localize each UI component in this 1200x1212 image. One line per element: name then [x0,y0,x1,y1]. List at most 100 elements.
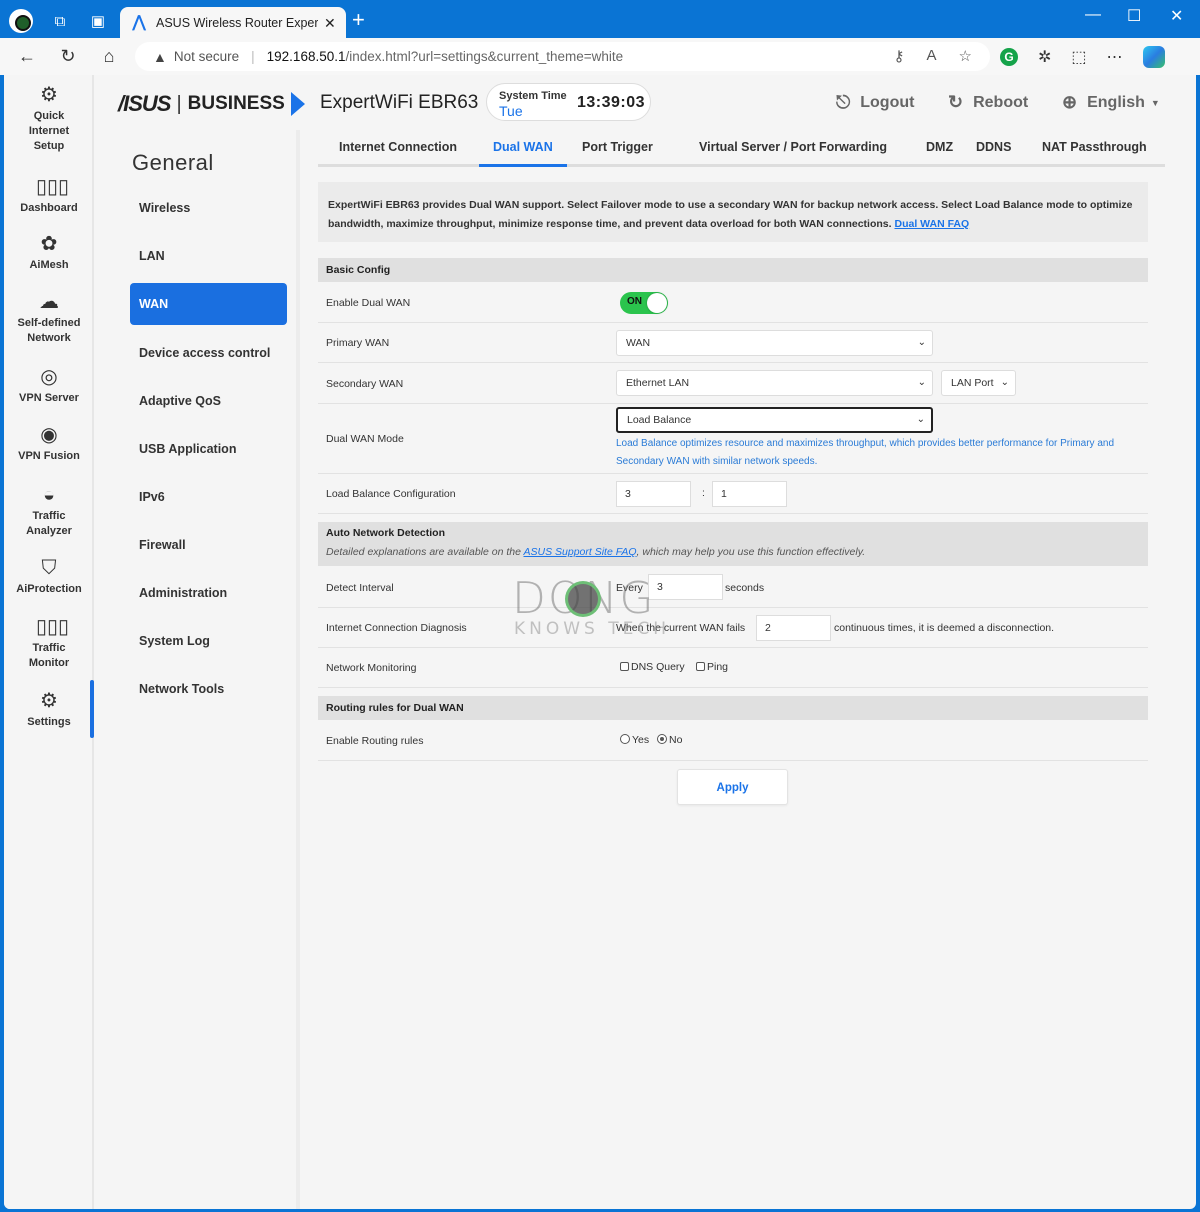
toggle-knob [647,293,667,313]
interval-suffix: seconds [725,582,765,594]
ping-checkbox[interactable] [696,662,705,671]
dns-query-checkbox[interactable] [620,662,629,671]
logout-icon: ⎋ [836,92,851,112]
read-aloud-icon[interactable]: A [927,47,937,65]
dashboard-icon: ▯▯▯ [36,176,70,198]
submenu-firewall[interactable]: Firewall [130,524,287,566]
ping-option[interactable]: Ping [696,661,728,673]
submenu-lan[interactable]: LAN [130,235,287,277]
no-label: No [669,734,683,746]
address-bar[interactable]: ▲ Not secure | 192.168.50.1/index.html?u… [135,42,990,71]
support-note: Detailed explanations are available on t… [326,546,1148,558]
traffic-monitor-icon: ▯▯▯ [36,616,70,638]
toggle-state: ON [627,296,642,307]
dual-wan-mode-select[interactable]: Load Balance ⌄ [616,407,933,433]
submenu-network-tools[interactable]: Network Tools [130,668,287,710]
tab-nat-passthrough[interactable]: NAT Passthrough [1042,140,1147,154]
nav-vpn-server[interactable]: ◎ VPN Server [4,365,94,406]
tab-virtual-server[interactable]: Virtual Server / Port Forwarding [699,140,887,154]
select-value: Load Balance [627,414,692,426]
tab-internet-connection[interactable]: Internet Connection [339,140,457,154]
nav-vpn-fusion[interactable]: ◉ VPN Fusion [4,423,94,464]
browser-tab[interactable]: ⋀ ASUS Wireless Router ExpertWiFi EBR63 … [120,7,346,39]
grammarly-icon[interactable]: G [1000,48,1018,66]
routing-yes-option[interactable]: Yes [620,734,649,746]
nav-aiprotection[interactable]: ⛉ AiProtection [4,556,94,597]
chevron-down-icon: ⌄ [917,337,926,348]
dual-wan-toggle[interactable]: ON [620,292,668,314]
nav-settings[interactable]: ⚙ Settings [4,689,94,730]
dual-wan-faq-link[interactable]: Dual WAN FAQ [894,218,969,230]
support-faq-link[interactable]: ASUS Support Site FAQ [524,546,637,558]
nav-self-defined-network[interactable]: ☁ Self-defined Network [4,290,94,346]
yes-label: Yes [632,734,650,746]
submenu-wan[interactable]: WAN [130,283,287,325]
row-label: Network Monitoring [326,662,417,674]
traffic-analyzer-icon: ◒ [42,484,56,506]
routing-yes-radio[interactable] [620,734,630,744]
security-label[interactable]: Not secure [174,49,239,64]
system-day: Tue [499,103,523,119]
secondary-wan-port-select[interactable]: LAN Port ⌄ [941,370,1016,396]
routing-no-radio[interactable] [657,734,667,744]
ping-label: Ping [707,661,729,673]
section-routing-rules: Routing rules for Dual WAN [318,696,1148,720]
secondary-wan-select[interactable]: Ethernet LAN ⌄ [616,370,933,396]
submenu-usb-application[interactable]: USB Application [130,428,287,470]
secondary-ratio-input[interactable]: 1 [712,481,787,507]
apply-button[interactable]: Apply [677,769,788,805]
new-tab-button[interactable]: + [352,9,365,31]
address-separator: | [251,49,255,64]
close-window-button[interactable]: ✕ [1170,6,1183,26]
nav-scrollbar[interactable] [90,680,94,738]
submenu-device-access-control[interactable]: Device access control [130,332,287,374]
nav-quick-internet-setup[interactable]: ⚙ Quick Internet Setup [4,83,94,154]
logout-button[interactable]: ⎋ Logout [836,92,914,113]
nav-traffic-monitor[interactable]: ▯▯▯ Traffic Monitor [4,615,94,671]
interval-prefix: Every [616,582,643,594]
logout-label: Logout [860,93,915,111]
dns-query-option[interactable]: DNS Query [620,661,685,673]
title-bar: ⧉ ▣ ⋀ ASUS Wireless Router ExpertWiFi EB… [0,0,1200,39]
router-page: ⚙ Quick Internet Setup ▯▯▯ Dashboard ✿ A… [4,75,1196,1209]
url-path: /index.html?url=settings&current_theme=w… [345,49,624,64]
routing-no-option[interactable]: No [657,734,682,746]
home-button[interactable]: ⌂ [98,46,120,67]
screenshot-icon[interactable]: ⬚ [1071,47,1086,67]
submenu-administration[interactable]: Administration [130,572,287,614]
minimize-button[interactable]: — [1085,6,1101,24]
language-selector[interactable]: ⊕ English ▼ [1062,92,1160,113]
nav-dashboard[interactable]: ▯▯▯ Dashboard [4,175,94,216]
favorite-star-icon[interactable]: ☆ [959,47,972,65]
primary-ratio-input[interactable]: 3 [616,481,691,507]
diagnosis-count-input[interactable]: 2 [756,615,831,641]
reboot-button[interactable]: ↻ Reboot [948,92,1028,113]
more-menu-icon[interactable]: ⋯ [1107,47,1123,67]
tab-dmz[interactable]: DMZ [926,140,953,154]
close-tab-icon[interactable]: ✕ [324,15,336,32]
primary-wan-select[interactable]: WAN ⌄ [616,330,933,356]
tab-actions-icon[interactable]: ▣ [87,10,109,32]
gear-icon: ⚙ [40,690,58,712]
submenu-adaptive-qos[interactable]: Adaptive QoS [130,380,287,422]
nav-traffic-analyzer[interactable]: ◒ Traffic Analyzer [4,483,94,539]
maximize-button[interactable]: ☐ [1127,6,1141,26]
nav-aimesh[interactable]: ✿ AiMesh [4,232,94,273]
tab-port-trigger[interactable]: Port Trigger [582,140,653,154]
key-icon[interactable]: ⚷ [894,47,905,65]
nav-label: Self-defined Network [17,317,81,344]
submenu-system-log[interactable]: System Log [130,620,287,662]
extensions-icon[interactable]: ✲ [1038,47,1051,67]
submenu-ipv6[interactable]: IPv6 [130,476,287,518]
refresh-button[interactable]: ↻ [57,46,79,67]
workspaces-icon[interactable]: ⧉ [49,10,71,32]
row-label: Enable Dual WAN [326,297,411,309]
nav-label: AiMesh [29,259,69,271]
submenu-wireless[interactable]: Wireless [130,187,287,229]
back-button[interactable]: ← [16,46,38,67]
profile-icon[interactable] [9,9,33,33]
copilot-icon[interactable] [1142,46,1165,68]
tab-ddns[interactable]: DDNS [976,140,1011,154]
tab-dual-wan[interactable]: Dual WAN [493,140,553,154]
detect-interval-input[interactable]: 3 [648,574,723,600]
